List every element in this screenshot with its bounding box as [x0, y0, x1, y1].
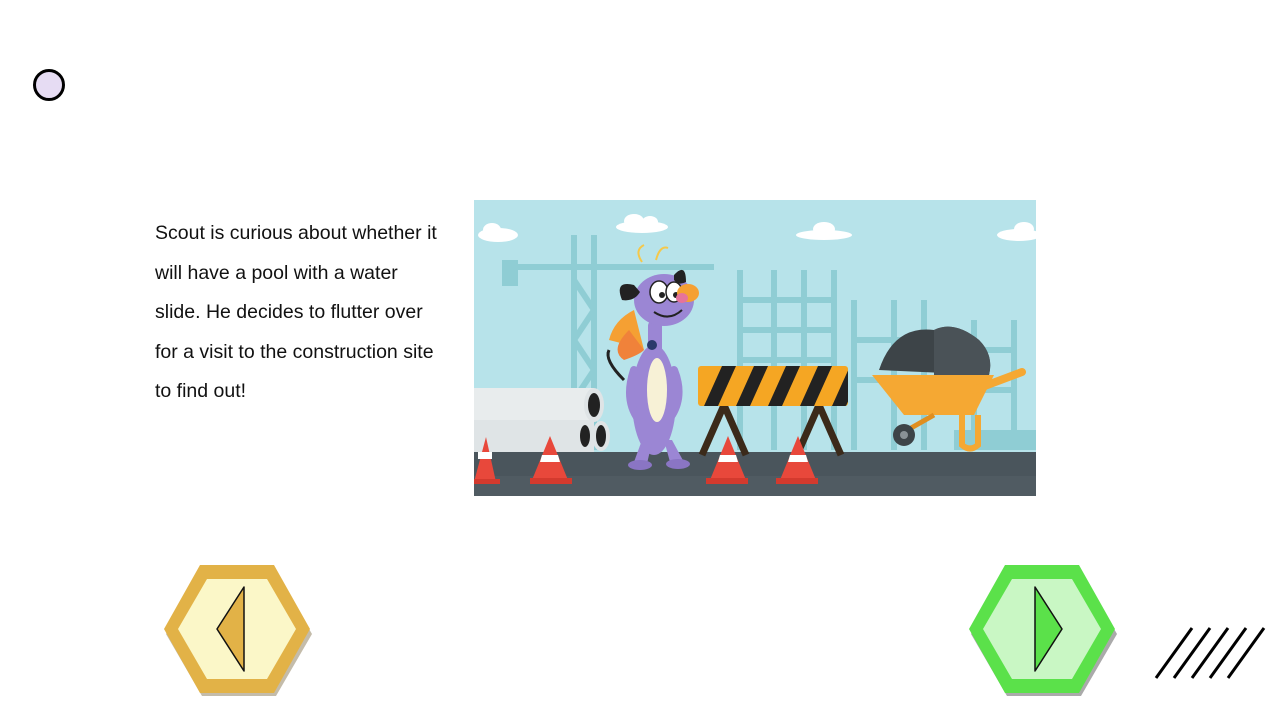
decorative-slash-lines — [1154, 627, 1266, 679]
story-text: Scout is curious about whether it will h… — [155, 222, 437, 403]
next-hexagon — [969, 565, 1117, 696]
next-button[interactable] — [967, 563, 1117, 699]
construction-scene-svg — [474, 200, 1036, 496]
concrete-pipes — [474, 388, 610, 452]
story-slide: Scout is curious about whether it will h… — [0, 0, 1280, 720]
back-button[interactable] — [162, 563, 312, 699]
construction-site-illustration — [474, 200, 1036, 496]
slide-marker-circle — [33, 69, 65, 101]
back-hexagon — [164, 565, 312, 696]
